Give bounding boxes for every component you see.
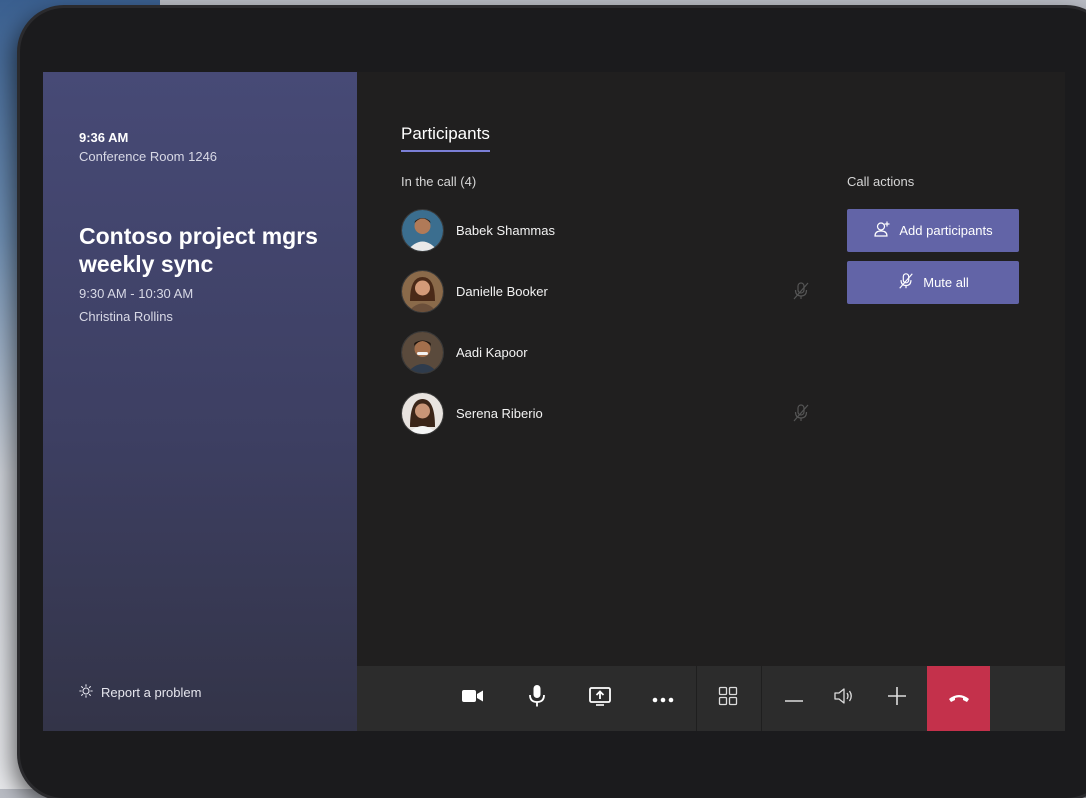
microphone-icon: [528, 684, 546, 713]
clock: 9:36 AM: [79, 130, 129, 145]
avatar: [401, 391, 444, 435]
participant-name: Danielle Booker: [456, 283, 548, 299]
speaker-button[interactable]: [817, 666, 871, 731]
tab-participants[interactable]: Participants: [401, 124, 490, 152]
video-camera-button[interactable]: [442, 666, 504, 731]
mute-microphone-icon: [897, 272, 915, 293]
more-options-button[interactable]: [632, 666, 694, 731]
add-participants-label: Add participants: [899, 223, 993, 238]
add-participants-button[interactable]: Add participants: [847, 209, 1019, 252]
add-person-icon: [873, 220, 891, 241]
in-call-count: In the call (4): [401, 174, 477, 189]
meeting-info-panel: 9:36 AM Conference Room 1246 Contoso pro…: [43, 72, 357, 731]
participant-name: Aadi Kapoor: [456, 344, 528, 360]
meeting-organizer: Christina Rollins: [79, 309, 173, 324]
hang-up-icon: [948, 690, 970, 708]
microphone-button[interactable]: [506, 666, 568, 731]
room-name: Conference Room 1246: [79, 149, 218, 164]
hang-up-button[interactable]: [927, 666, 990, 731]
speaker-icon: [833, 687, 855, 710]
mute-all-button[interactable]: Mute all: [847, 261, 1019, 304]
muted-microphone-icon: [791, 403, 811, 428]
share-screen-button[interactable]: [569, 666, 631, 731]
participant-name: Serena Riberio: [456, 405, 543, 421]
volume-up-icon: [887, 686, 907, 711]
meeting-time: 9:30 AM - 10:30 AM: [79, 286, 194, 301]
call-toolbar: [357, 666, 1065, 731]
report-problem-label: Report a problem: [101, 685, 202, 700]
participants-panel: Participants In the call (4) Babek Shamm…: [357, 72, 1065, 666]
layout-grid-icon: [718, 686, 738, 711]
call-actions-heading: Call actions: [847, 174, 915, 189]
meeting-title: Contoso project mgrs weekly sync: [79, 223, 318, 277]
volume-down-icon: [784, 690, 804, 708]
lightbulb-icon: [79, 684, 93, 701]
volume-up-button[interactable]: [865, 666, 929, 731]
layout-button[interactable]: [697, 666, 759, 731]
participant-name: Babek Shammas: [456, 222, 555, 238]
report-problem-link[interactable]: Report a problem: [79, 684, 201, 701]
avatar: [401, 269, 444, 313]
participant-row[interactable]: Serena Riberio: [401, 391, 821, 435]
video-camera-icon: [461, 688, 485, 709]
muted-microphone-icon: [791, 281, 811, 306]
teams-room-screen: 9:36 AM Conference Room 1246 Contoso pro…: [43, 72, 1065, 731]
participant-row[interactable]: Aadi Kapoor: [401, 330, 821, 374]
avatar: [401, 208, 444, 252]
avatar: [401, 330, 444, 374]
share-screen-icon: [588, 686, 612, 711]
more-options-icon: [652, 690, 674, 708]
participant-row[interactable]: Babek Shammas: [401, 208, 821, 252]
participant-row[interactable]: Danielle Booker: [401, 269, 821, 313]
mute-all-label: Mute all: [923, 275, 969, 290]
